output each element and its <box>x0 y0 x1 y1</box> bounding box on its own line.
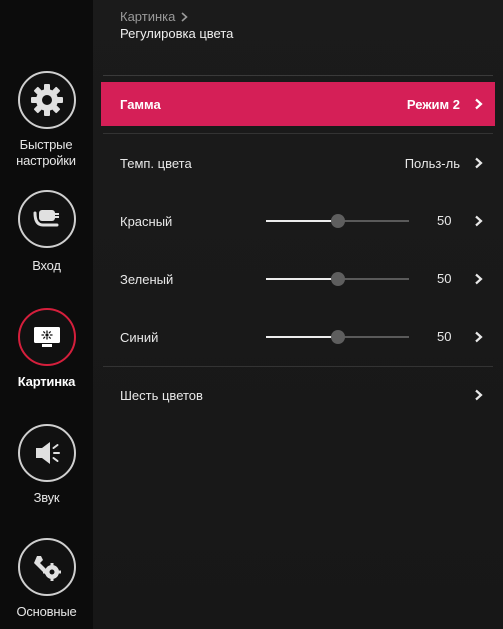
gear-icon <box>17 71 76 129</box>
sidebar-item-label: Картинка <box>17 374 76 389</box>
color-temp-value: Польз-ль <box>404 155 460 171</box>
divider <box>103 133 493 134</box>
red-value: 50 <box>437 213 452 228</box>
sidebar-item-label: Вход <box>32 258 61 273</box>
sidebar-item-picture[interactable]: Картинка <box>0 308 93 390</box>
sidebar-item-label: Звук <box>33 490 60 505</box>
chevron-right-icon <box>475 98 483 110</box>
six-colors-row[interactable]: Шесть цветов <box>101 373 495 417</box>
slider-fill <box>266 220 338 222</box>
green-row[interactable]: Зеленый 50 <box>101 257 495 301</box>
six-colors-label: Шесть цветов <box>120 387 203 403</box>
slider-fill <box>266 336 338 338</box>
chevron-right-icon <box>475 273 483 285</box>
slider-knob[interactable] <box>330 330 345 344</box>
chevron-right-icon <box>475 389 483 401</box>
green-value: 50 <box>437 271 452 286</box>
slider-knob[interactable] <box>330 272 345 286</box>
main-panel: Картинка Регулировка цвета Гамма Режим 2… <box>93 0 503 629</box>
chevron-right-icon <box>475 157 483 169</box>
green-slider[interactable] <box>266 272 409 286</box>
blue-label: Синий <box>120 329 159 345</box>
chevron-right-icon <box>475 215 483 227</box>
blue-row[interactable]: Синий 50 <box>101 315 495 359</box>
color-temp-row[interactable]: Темп. цвета Польз-ль <box>101 141 495 185</box>
chevron-right-icon <box>475 331 483 343</box>
breadcrumb-label: Картинка <box>120 9 176 24</box>
red-slider[interactable] <box>266 214 409 228</box>
page-title: Регулировка цвета <box>120 26 234 41</box>
sidebar-item-input[interactable]: Вход <box>0 190 93 274</box>
sidebar-item-sound[interactable]: Звук <box>0 424 93 506</box>
red-row[interactable]: Красный 50 <box>101 199 495 243</box>
sidebar-item-general[interactable]: Основные <box>0 538 93 620</box>
sidebar: Быстрые настройки Вход Картинка Звук Осн… <box>0 0 93 629</box>
green-label: Зеленый <box>120 271 174 287</box>
gamma-value: Режим 2 <box>406 96 460 112</box>
gamma-row[interactable]: Гамма Режим 2 <box>101 82 495 126</box>
blue-slider[interactable] <box>266 330 409 344</box>
divider <box>103 75 493 76</box>
color-temp-label: Темп. цвета <box>120 155 192 171</box>
gamma-label: Гамма <box>120 96 161 112</box>
speaker-icon <box>17 424 76 482</box>
sidebar-item-label: Основные <box>16 604 77 619</box>
input-icon <box>17 190 76 248</box>
red-label: Красный <box>120 213 173 229</box>
sidebar-item-label: Быстрые настройки <box>16 137 76 168</box>
breadcrumb[interactable]: Картинка <box>120 9 188 24</box>
slider-knob[interactable] <box>330 214 345 228</box>
tools-icon <box>17 538 76 596</box>
slider-fill <box>266 278 338 280</box>
blue-value: 50 <box>437 329 452 344</box>
picture-icon <box>17 308 76 366</box>
divider <box>103 366 493 367</box>
sidebar-item-quick-settings[interactable]: Быстрые настройки <box>0 71 93 169</box>
chevron-right-icon <box>181 12 188 22</box>
